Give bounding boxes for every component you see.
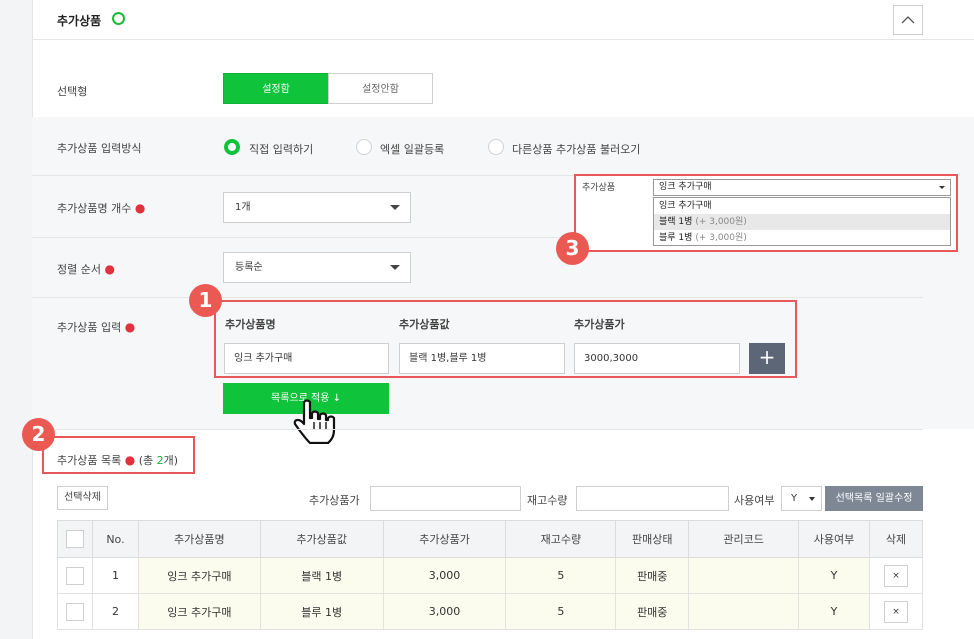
required-dot-icon: ●: [124, 320, 136, 334]
highlight-box-list: [42, 436, 195, 474]
column-header: 사용여부: [798, 520, 870, 558]
required-dot-icon: ●: [134, 201, 146, 215]
cell-delete: ×: [868, 557, 924, 594]
radio-direct-input-label: 직접 입력하기: [249, 143, 314, 156]
option-enabled-button[interactable]: 설정함: [223, 73, 329, 104]
cell-stock[interactable]: 5: [505, 557, 617, 594]
column-header: 재고수량: [505, 520, 617, 558]
cell-code[interactable]: [688, 593, 800, 630]
cell-no: 2: [91, 593, 139, 630]
option-disabled-button[interactable]: 설정안함: [328, 73, 433, 104]
hand-cursor-icon: [293, 399, 336, 444]
cell-use[interactable]: Y: [798, 557, 870, 594]
divider: [32, 297, 923, 298]
table-header-row: No. 추가상품명 추가상품값 추가상품가 재고수량 판매상태 관리코드 사용여…: [57, 520, 924, 558]
cell-delete: ×: [868, 593, 924, 630]
delete-selected-button[interactable]: 선택삭제: [57, 486, 108, 510]
table-row: 2 잉크 추가구매 블루 1병 3,000 5 판매중 Y ×: [57, 593, 924, 630]
select-type-label: 선택형: [57, 85, 88, 98]
bulk-edit-button[interactable]: 선택목록 일괄수정: [825, 486, 923, 511]
column-header: 추가상품값: [259, 520, 384, 558]
cell-value[interactable]: 블랙 1병: [259, 557, 384, 594]
delete-row-button[interactable]: ×: [883, 564, 908, 587]
highlight-box-input: [214, 300, 797, 378]
table-row: 1 잉크 추가구매 블랙 1병 3,000 5 판매중 Y ×: [57, 557, 924, 594]
section-header: [32, 0, 974, 40]
step-badge-2: 2: [22, 418, 55, 451]
column-header: No.: [91, 520, 139, 558]
chevron-up-icon: [901, 16, 915, 24]
column-header: 판매상태: [615, 520, 690, 558]
filter-use-select[interactable]: Y: [781, 486, 822, 511]
collapse-button[interactable]: [893, 5, 923, 35]
caret-down-icon: [809, 497, 815, 501]
filter-stock-input[interactable]: [576, 486, 729, 511]
filter-stock-label: 재고수량: [527, 494, 568, 507]
radio-excel-upload[interactable]: [356, 139, 372, 155]
row-checkbox[interactable]: [65, 602, 84, 621]
cell-code[interactable]: [688, 557, 800, 594]
header-checkbox-cell: [57, 520, 93, 558]
step-badge-3: 3: [556, 232, 589, 265]
cell-name[interactable]: 잉크 추가구매: [137, 593, 261, 630]
section-title: 추가상품: [57, 14, 102, 28]
cell-value[interactable]: 블루 1병: [259, 593, 384, 630]
required-dot-icon: ●: [104, 262, 115, 276]
product-list-table: No. 추가상품명 추가상품값 추가상품가 재고수량 판매상태 관리코드 사용여…: [57, 520, 924, 630]
row-checkbox[interactable]: [65, 566, 84, 585]
radio-direct-input[interactable]: [224, 139, 240, 155]
cell-no: 1: [91, 557, 139, 594]
cell-name[interactable]: 잉크 추가구매: [137, 557, 261, 594]
cell-use[interactable]: Y: [798, 593, 870, 630]
filter-use-label: 사용여부: [734, 494, 775, 507]
radio-import-other[interactable]: [488, 139, 504, 155]
column-header: 추가상품가: [382, 520, 507, 558]
options-settings-area: [32, 117, 974, 429]
caret-down-icon: [390, 205, 400, 210]
cell-price[interactable]: 3,000: [382, 557, 507, 594]
highlight-box-preview: [574, 174, 958, 252]
delete-row-button[interactable]: ×: [883, 600, 908, 623]
filter-price-input[interactable]: [370, 486, 521, 511]
radio-excel-upload-label: 엑셀 일괄등록: [380, 143, 445, 156]
caret-down-icon: [390, 265, 400, 270]
filter-price-label: 추가상품가: [309, 494, 360, 507]
divider: [32, 429, 923, 430]
column-header: 관리코드: [688, 520, 800, 558]
cell-status: 판매중: [615, 593, 690, 630]
cell-status: 판매중: [615, 557, 690, 594]
step-badge-1: 1: [189, 284, 222, 317]
input-method-label: 추가상품 입력방식: [57, 142, 142, 155]
row-checkbox-cell: [57, 557, 93, 594]
column-header: 추가상품명: [137, 520, 261, 558]
row-checkbox-cell: [57, 593, 93, 630]
cell-price[interactable]: 3,000: [382, 593, 507, 630]
sort-order-select[interactable]: 등록순: [223, 252, 411, 283]
name-count-select[interactable]: 1개: [223, 192, 411, 223]
radio-import-other-label: 다른상품 추가상품 불러오기: [512, 143, 641, 156]
sort-order-label: 정렬 순서 ●: [57, 262, 115, 276]
status-circle-icon: [112, 12, 125, 25]
cell-stock[interactable]: 5: [505, 593, 617, 630]
name-count-label: 추가상품명 개수 ●: [57, 201, 146, 215]
product-input-label: 추가상품 입력 ●: [57, 320, 136, 334]
select-all-checkbox[interactable]: [65, 530, 84, 548]
column-header: 삭제: [868, 520, 924, 558]
